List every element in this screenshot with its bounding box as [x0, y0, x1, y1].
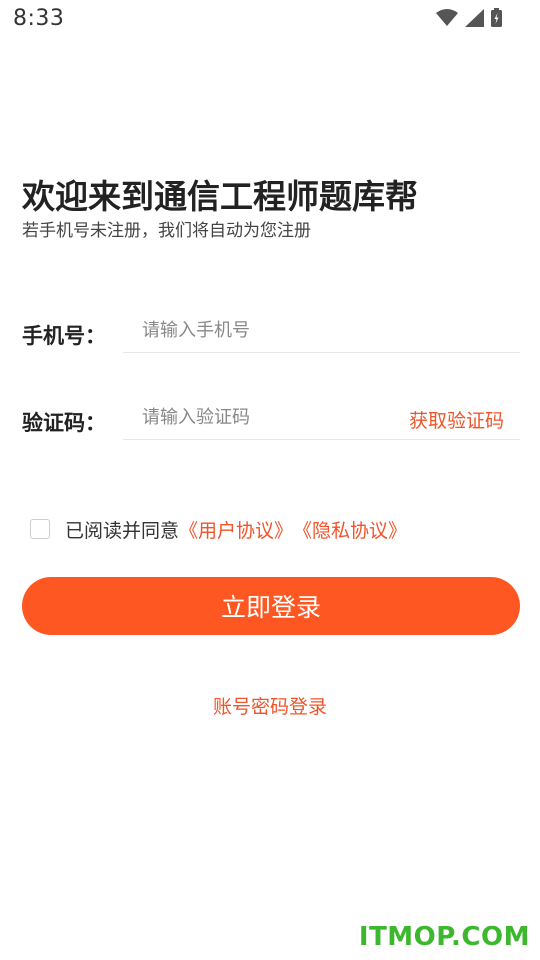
code-label: 验证码： — [22, 411, 106, 435]
cellular-signal-icon — [465, 8, 484, 27]
phone-label: 手机号： — [22, 324, 106, 348]
agreement-row: 已阅读并同意 《用户协议》 《隐私协议》 — [30, 516, 407, 542]
battery-charging-icon — [491, 8, 502, 27]
page-subtitle: 若手机号未注册，我们将自动为您注册 — [22, 221, 311, 241]
phone-input[interactable] — [123, 309, 520, 353]
page-title: 欢迎来到通信工程师题库帮 — [22, 177, 418, 216]
get-code-button[interactable]: 获取验证码 — [409, 406, 504, 433]
login-button[interactable]: 立即登录 — [22, 577, 520, 635]
account-password-login-link[interactable]: 账号密码登录 — [0, 692, 540, 719]
agreement-checkbox[interactable] — [30, 519, 50, 539]
wifi-icon — [436, 9, 458, 26]
status-time: 8:33 — [13, 6, 65, 31]
privacy-agreement-link[interactable]: 《隐私协议》 — [293, 516, 407, 543]
status-icons — [436, 8, 502, 27]
user-agreement-link[interactable]: 《用户协议》 — [179, 516, 293, 543]
status-bar: 8:33 — [0, 0, 540, 40]
watermark-logo: ITMOP.COM — [358, 922, 530, 952]
agreement-text: 已阅读并同意 — [65, 519, 180, 542]
